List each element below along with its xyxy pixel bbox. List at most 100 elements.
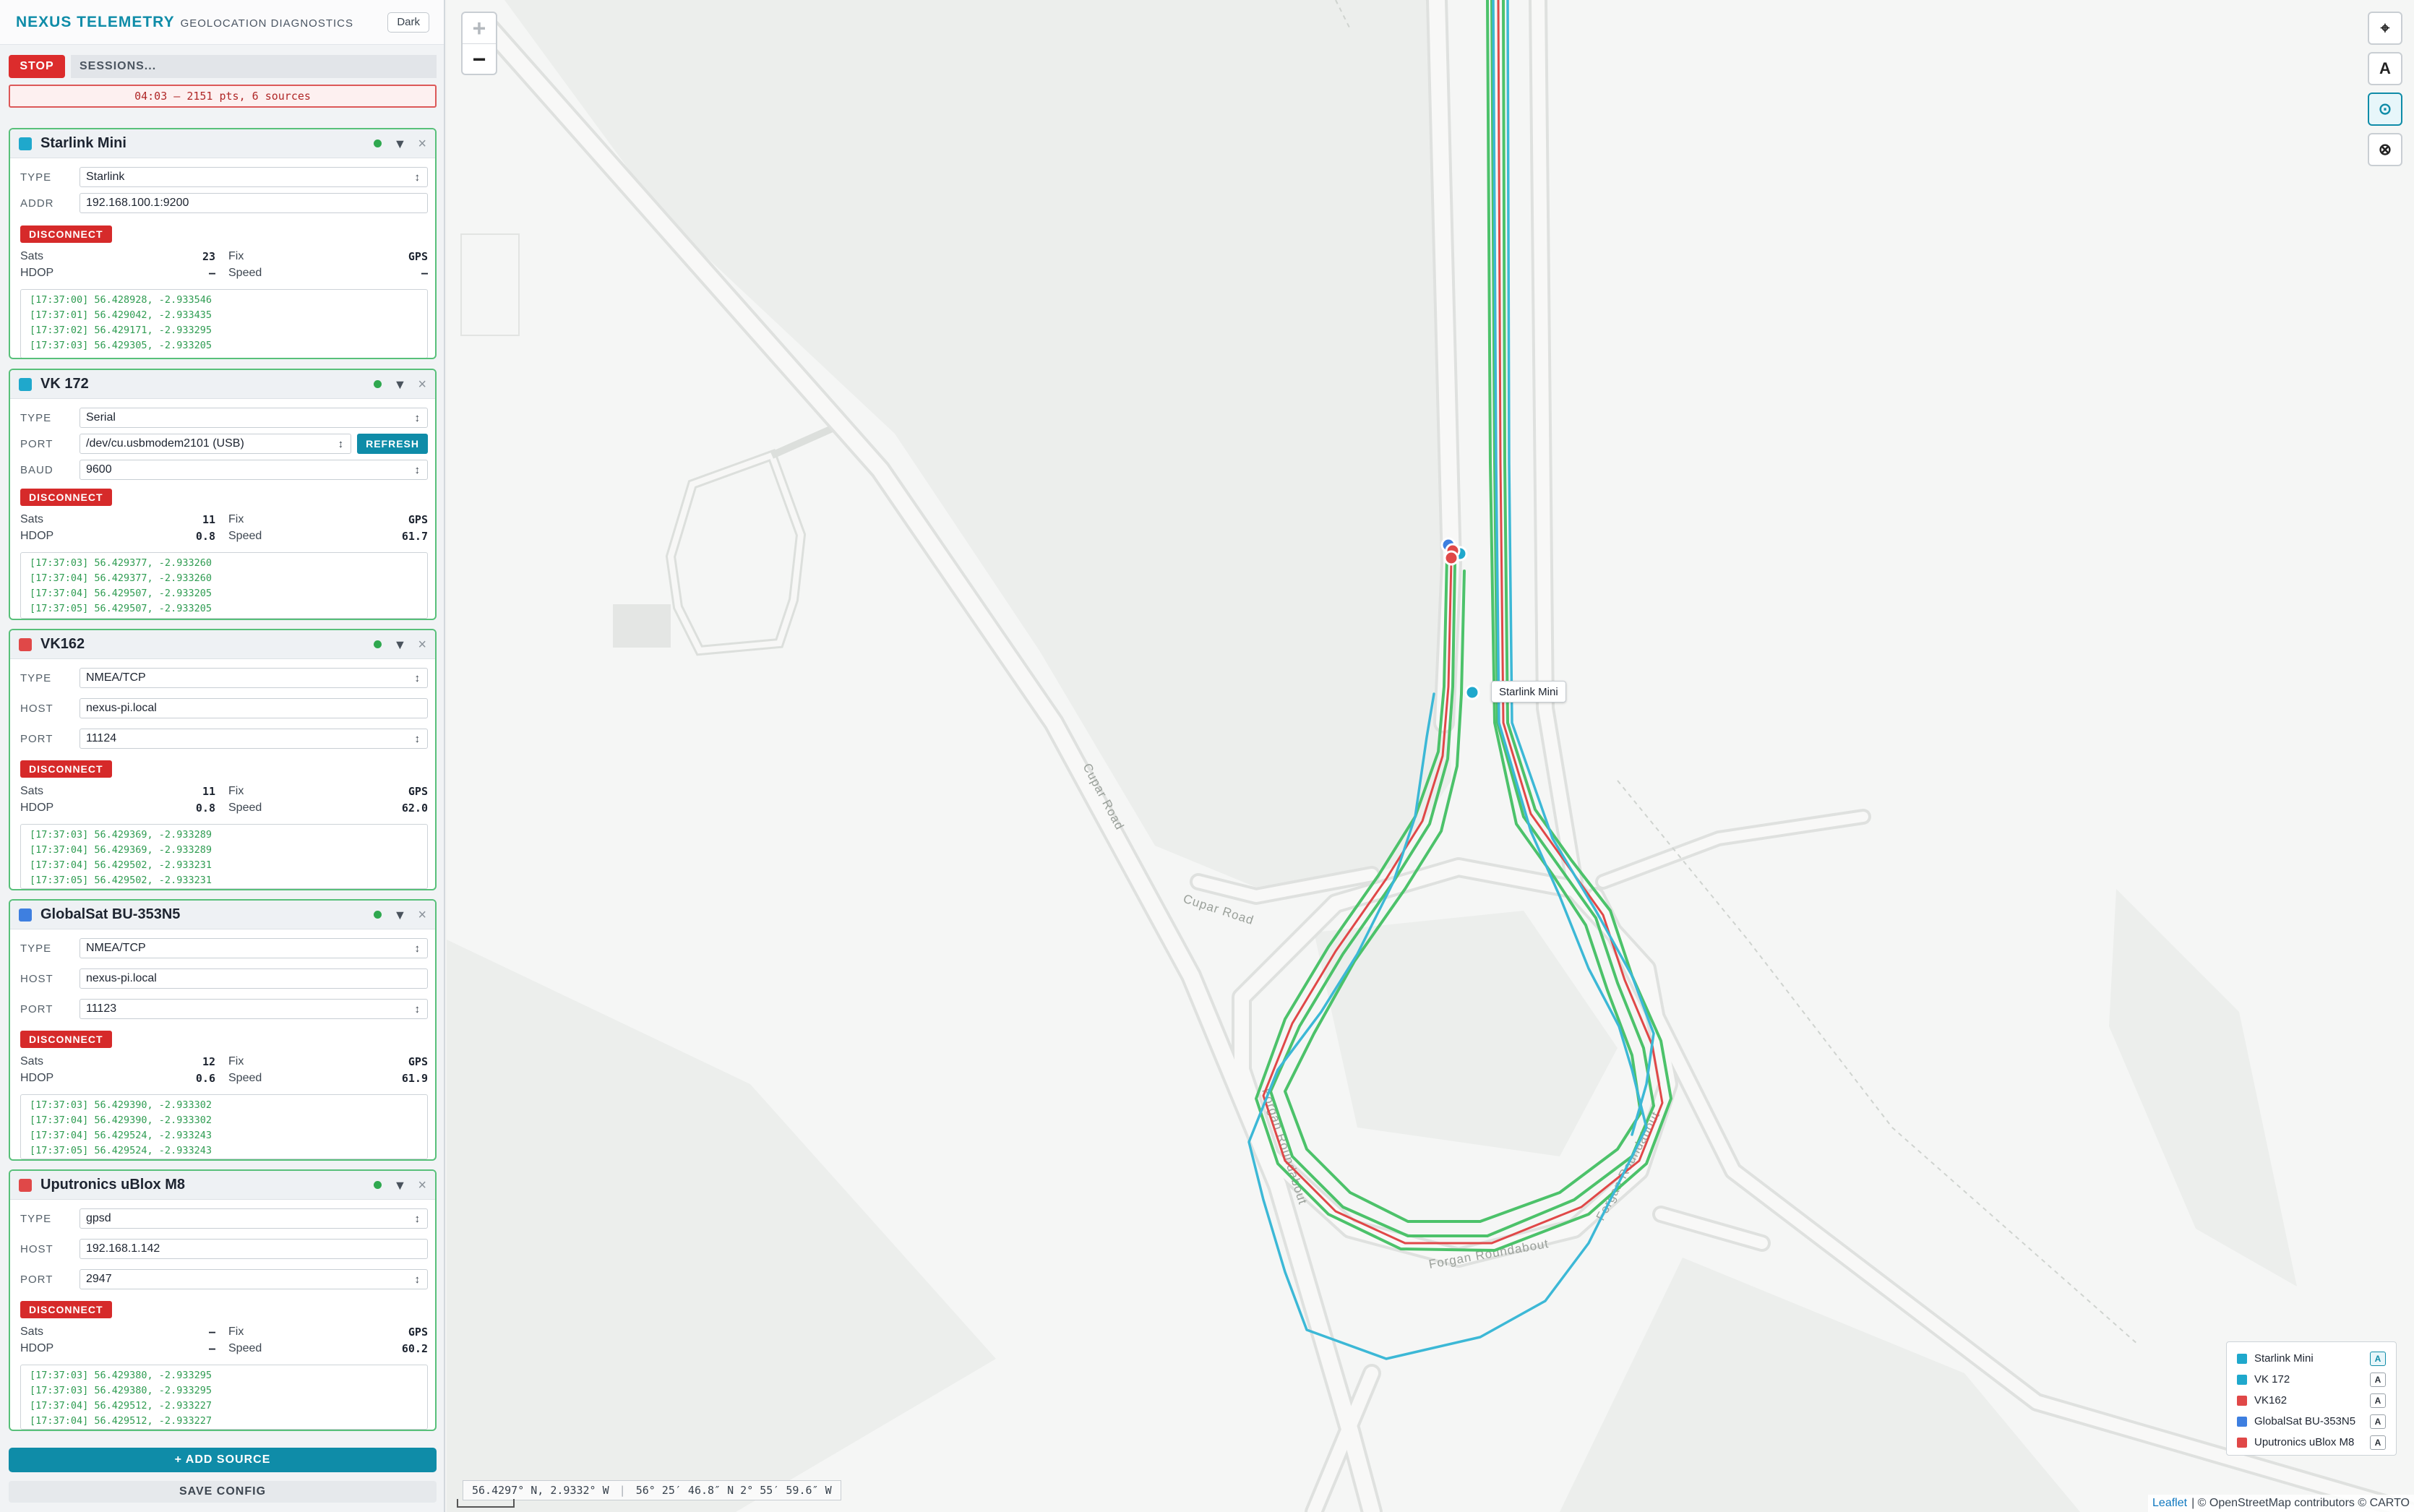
hdop-value: — [208,1341,215,1355]
center-button[interactable]: ⊙ [2368,93,2402,126]
legend-item[interactable]: Starlink Mini A [2237,1348,2386,1369]
legend-follow-toggle[interactable]: A [2370,1351,2386,1366]
nmea-log[interactable]: [17:37:03] 56.429390, -2.933302 [17:37:0… [20,1094,428,1159]
log-line: [17:37:02] 56.429171, -2.933295 [30,325,212,336]
remove-source-icon[interactable]: × [418,137,426,151]
legend-follow-toggle[interactable]: A [2370,1393,2386,1408]
sats-label: Sats [20,784,44,797]
type-select[interactable]: Starlink [80,167,428,187]
type-select[interactable]: Serial [80,408,428,428]
zoom-in-button[interactable]: + [463,13,496,44]
nmea-log[interactable]: [17:37:03] 56.429380, -2.933295 [17:37:0… [20,1365,428,1430]
position-marker-vk162 [1443,550,1459,566]
addr-row: ADDR 192.168.100.1:9200 [20,193,428,213]
legend-follow-toggle[interactable]: A [2370,1414,2386,1429]
log-line: [17:37:01] 56.429042, -2.933435 [30,309,212,321]
host-input[interactable]: nexus-pi.local [80,698,428,718]
collapse-triangle-icon[interactable]: ▼ [393,378,406,391]
source-stats: Sats 11 Fix GPS HDOP 0.8 Speed 61.7 [20,511,428,544]
status-dot-icon [374,380,382,388]
legend-item[interactable]: VK162 A [2237,1390,2386,1411]
legend-item[interactable]: Uputronics uBlox M8 A [2237,1432,2386,1453]
source-card-header: VK162 ▼ × [10,630,435,659]
stop-button[interactable]: STOP [9,55,65,78]
addr-input[interactable]: 192.168.100.1:9200 [80,193,428,213]
hdop-value: — [208,266,215,280]
refresh-ports-button[interactable]: REFRESH [357,434,428,454]
log-line: [17:37:04] 56.429512, -2.933227 [30,1400,212,1412]
type-label: TYPE [20,942,52,955]
coords-dms: 56° 25′ 46.8″ N 2° 55′ 59.6″ W [635,1484,832,1497]
collapse-triangle-icon[interactable]: ▼ [393,909,406,922]
map-road [1655,1208,1768,1249]
disconnect-button[interactable]: DISCONNECT [20,225,112,243]
legend-follow-toggle[interactable]: A [2370,1435,2386,1450]
host-input[interactable]: nexus-pi.local [80,968,428,989]
host-input[interactable]: 192.168.1.142 [80,1239,428,1259]
port-stepper[interactable]: 11124 [80,729,428,749]
sats-label: Sats [20,249,44,262]
disconnect-button[interactable]: DISCONNECT [20,489,112,506]
type-label: TYPE [20,171,52,184]
leaflet-link[interactable]: Leaflet [2152,1497,2187,1510]
port-stepper[interactable]: 11123 [80,999,428,1019]
port-stepper[interactable]: 2947 [80,1269,428,1289]
remove-source-icon[interactable]: × [418,1178,426,1193]
disconnect-button[interactable]: DISCONNECT [20,1031,112,1048]
type-select[interactable]: NMEA/TCP [80,938,428,958]
map-canvas[interactable]: Cupar Road Cupar Road Forgan Roundabout … [447,0,2414,1512]
log-line: [17:37:04] 56.429377, -2.933260 [30,572,212,584]
collapse-triangle-icon[interactable]: ▼ [393,638,406,651]
nmea-log[interactable]: [17:37:03] 56.429369, -2.933289 [17:37:0… [20,824,428,889]
legend-follow-toggle[interactable]: A [2370,1372,2386,1387]
port-row: PORT 11124 [20,729,428,749]
position-marker-starlink [1464,684,1480,700]
map-view[interactable]: Cupar Road Cupar Road Forgan Roundabout … [447,0,2414,1512]
hdop-label: HDOP [20,1071,54,1084]
legend-item[interactable]: VK 172 A [2237,1369,2386,1390]
port-label: PORT [20,1273,53,1286]
legend-swatch [2237,1353,2247,1364]
fix-label: Fix [228,249,244,262]
baud-select[interactable]: 9600 [80,460,428,480]
source-name: Uputronics uBlox M8 [40,1177,186,1193]
add-source-button[interactable]: + ADD SOURCE [9,1448,437,1472]
sessions-menu[interactable]: SESSIONS... [71,55,437,78]
save-config-button[interactable]: SAVE CONFIG [9,1481,437,1503]
disconnect-button[interactable]: DISCONNECT [20,1301,112,1318]
source-card-vk162: VK162 ▼ × TYPE NMEA/TCP HOST nexus-pi.lo… [9,629,437,890]
session-controls: STOP SESSIONS... [9,55,437,78]
locate-button[interactable]: ⌖ [2368,12,2402,45]
session-status: 04:03 — 2151 pts, 6 sources [9,85,437,108]
type-select[interactable]: gpsd [80,1208,428,1229]
log-line: [17:37:04] 56.429502, -2.933231 [30,859,212,871]
target-icon: ⊙ [2378,100,2392,118]
brand-title: NEXUS TELEMETRY [16,13,175,30]
source-stats: Sats 23 Fix GPS HDOP — Speed — [20,248,428,281]
collapse-triangle-icon[interactable]: ▼ [393,137,406,150]
serial-port-select[interactable]: /dev/cu.usbmodem2101 (USB) [80,434,352,454]
auto-follow-button[interactable]: A [2368,52,2402,85]
nmea-log[interactable]: [17:37:00] 56.428928, -2.933546 [17:37:0… [20,289,428,358]
type-select[interactable]: NMEA/TCP [80,668,428,688]
auto-label: A [2379,59,2391,77]
status-dot-icon [374,139,382,147]
zoom-out-button[interactable]: − [463,44,496,75]
dark-mode-button[interactable]: Dark [387,12,429,33]
speed-value: 60.2 [401,1341,428,1355]
log-line: [17:37:04] 56.429512, -2.933227 [30,1415,212,1427]
remove-source-icon[interactable]: × [418,377,426,392]
source-name: VK162 [40,636,85,652]
log-line: [17:37:03] 56.429305, -2.933205 [30,340,212,351]
disconnect-button[interactable]: DISCONNECT [20,760,112,778]
map-green-area [2109,889,2297,1287]
port-label: PORT [20,1002,53,1015]
clear-tracks-button[interactable]: ⊗ [2368,133,2402,166]
remove-source-icon[interactable]: × [418,908,426,922]
remove-source-icon[interactable]: × [418,637,426,652]
collapse-triangle-icon[interactable]: ▼ [393,1179,406,1192]
nmea-log[interactable]: [17:37:03] 56.429377, -2.933260 [17:37:0… [20,552,428,619]
source-card-starlink-mini: Starlink Mini ▼ × TYPE Starlink ADDR 192… [9,128,437,359]
port-label: PORT [20,437,53,450]
legend-item[interactable]: GlobalSat BU-353N5 A [2237,1411,2386,1432]
